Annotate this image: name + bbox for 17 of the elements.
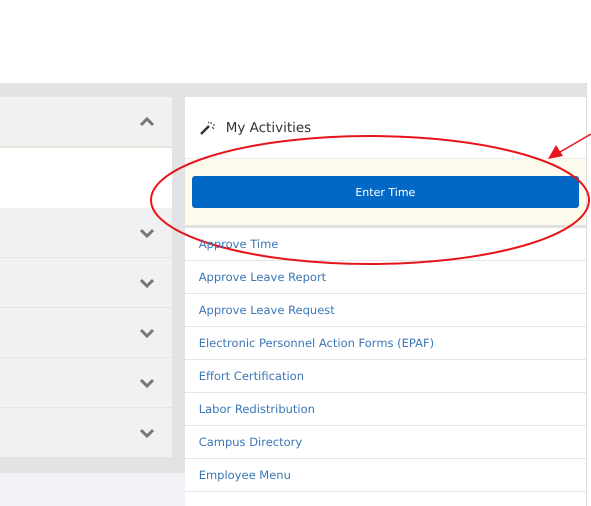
activity-link[interactable]: Approve Leave Report: [198, 270, 326, 284]
activity-link[interactable]: Effort Certification: [198, 369, 304, 383]
chevron-icon: [140, 278, 154, 288]
magic-wand-icon: [200, 120, 216, 134]
chevron-icon: [140, 228, 154, 238]
activity-link[interactable]: Approve Leave Request: [198, 303, 335, 317]
chevron-icon: [140, 328, 154, 338]
annotation-arrow: [548, 133, 591, 159]
chevron-icon: [140, 378, 154, 388]
enter-time-button[interactable]: Enter Time: [192, 176, 579, 208]
chevron-icon: [140, 116, 154, 126]
activity-link[interactable]: Electronic Personnel Action Forms (EPAF): [198, 336, 434, 350]
activity-link[interactable]: Labor Redistribution: [198, 402, 315, 416]
activity-link[interactable]: Campus Directory: [198, 435, 302, 449]
activity-link[interactable]: Employee Menu: [198, 468, 291, 482]
chevron-icon: [140, 428, 154, 438]
card-title: My Activities: [226, 120, 312, 136]
